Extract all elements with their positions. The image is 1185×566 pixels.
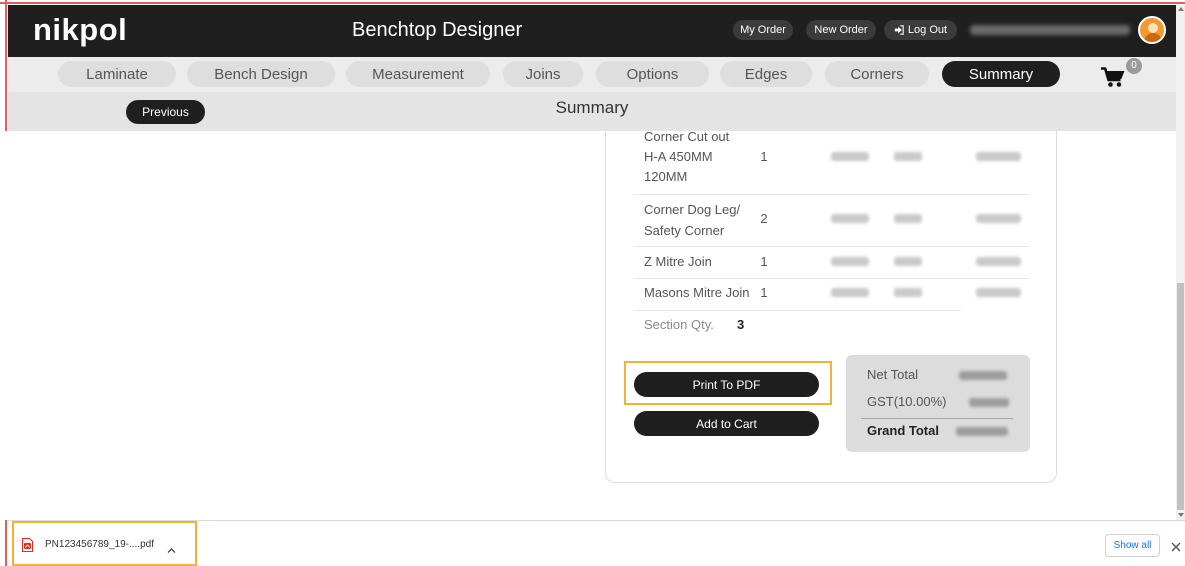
description-line: Corner Dog Leg/ (644, 202, 741, 217)
description-line: Masons Mitre Join (644, 285, 750, 300)
tab-options[interactable]: Options (596, 61, 709, 87)
totals-box: Net Total GST(10.00%) Grand Total (846, 355, 1030, 452)
avatar-body (1144, 33, 1162, 42)
scroll-up-arrow-icon[interactable] (1178, 7, 1184, 11)
close-icon[interactable] (1171, 539, 1181, 552)
redacted-line-total (976, 152, 1021, 161)
scroll-down-arrow-icon[interactable] (1178, 513, 1184, 517)
gst-label: GST(10.00%) (867, 394, 947, 409)
totals-divider (861, 418, 1013, 419)
previous-button[interactable]: Previous (126, 100, 205, 124)
item-description: Corner Dog Leg/ Safety Corner (644, 199, 749, 241)
tab-label: Corners (850, 65, 904, 83)
description-line: Safety Corner (644, 223, 725, 238)
show-all-button[interactable]: Show all (1105, 534, 1160, 557)
avatar-head (1148, 23, 1158, 33)
tab-label: Measurement (372, 65, 464, 83)
tab-joins[interactable]: Joins (503, 61, 583, 87)
tab-label: Edges (744, 65, 788, 83)
logout-icon (894, 25, 904, 35)
tab-label: Bench Design (214, 65, 308, 83)
row-divider (634, 310, 961, 311)
redacted-unit-price (831, 214, 869, 223)
tab-label: Options (626, 65, 679, 83)
redacted-gst-value (969, 398, 1009, 407)
downloaded-file-item[interactable]: PN123456789_19-....pdf (12, 521, 197, 566)
redacted-extra-price (894, 152, 922, 161)
item-description: Masons Mitre Join (644, 283, 764, 303)
new-order-label: New Order (814, 24, 868, 36)
redacted-company-name (970, 25, 1130, 35)
page-title: Summary (555, 98, 629, 117)
description-line: H-A 450MM (644, 149, 713, 164)
tab-label: Laminate (86, 65, 148, 83)
my-order-label: My Order (740, 24, 786, 36)
print-to-pdf-button[interactable]: Print To PDF (634, 372, 819, 397)
log-out-label: Log Out (907, 24, 948, 36)
redacted-extra-price (894, 214, 922, 223)
item-description: Corner Cut out H-A 450MM 120MM (644, 131, 749, 187)
row-divider (634, 246, 1029, 247)
tab-corners[interactable]: Corners (825, 61, 929, 87)
description-line: Corner Cut out (644, 131, 730, 144)
redacted-unit-price (831, 288, 869, 297)
redacted-unit-price (831, 257, 869, 266)
my-order-button[interactable]: My Order (733, 20, 793, 40)
summary-card: Corner Cut out H-A 450MM 120MM 1 Corner … (605, 131, 1057, 483)
chevron-up-icon[interactable] (167, 541, 176, 553)
show-all-label: Show all (1113, 540, 1152, 551)
redacted-line-total (976, 214, 1021, 223)
add-to-cart-label: Add to Cart (696, 416, 757, 431)
tab-measurement[interactable]: Measurement (346, 61, 490, 87)
cart-count-badge: 0 (1126, 58, 1142, 74)
item-description: Z Mitre Join (644, 252, 749, 272)
page-scrollbar[interactable] (1176, 5, 1185, 520)
grand-total-label: Grand Total (867, 423, 939, 438)
row-divider (634, 194, 1029, 195)
app-title: Benchtop Designer (352, 19, 523, 41)
redacted-line-total (976, 288, 1021, 297)
window-frame-top (0, 2, 1185, 4)
step-tabs-bar: Laminate Bench Design Measurement Joins … (8, 57, 1176, 92)
scroll-thumb[interactable] (1177, 283, 1184, 510)
item-qty: 2 (760, 211, 768, 226)
main-content: Corner Cut out H-A 450MM 120MM 1 Corner … (0, 131, 1176, 520)
redacted-unit-price (831, 152, 869, 161)
redacted-extra-price (894, 288, 922, 297)
new-order-button[interactable]: New Order (806, 20, 876, 40)
print-to-pdf-label: Print To PDF (692, 377, 761, 392)
app-header: nikpol Benchtop Designer My Order New Or… (8, 5, 1176, 57)
download-shelf: PN123456789_19-....pdf Show all (7, 520, 1185, 566)
section-qty-label: Section Qty. (644, 317, 714, 332)
section-qty-value: 3 (737, 317, 745, 332)
redacted-extra-price (894, 257, 922, 266)
item-qty: 1 (760, 285, 768, 300)
tab-edges[interactable]: Edges (720, 61, 812, 87)
tab-bench-design[interactable]: Bench Design (187, 61, 335, 87)
log-out-button[interactable]: Log Out (884, 20, 957, 40)
nikpol-logo[interactable]: nikpol (33, 12, 127, 48)
tab-label: Summary (968, 65, 1034, 83)
description-line: 120MM (644, 169, 688, 184)
item-qty: 1 (760, 254, 768, 269)
description-line: Z Mitre Join (644, 254, 712, 269)
previous-label: Previous (142, 105, 189, 119)
tab-laminate[interactable]: Laminate (58, 61, 176, 87)
add-to-cart-button[interactable]: Add to Cart (634, 411, 819, 436)
tab-label: Joins (525, 65, 561, 83)
redacted-grand-total-value (956, 427, 1008, 436)
redacted-line-total (976, 257, 1021, 266)
tab-summary[interactable]: Summary (942, 61, 1060, 87)
browser-page: nikpol Benchtop Designer My Order New Or… (0, 0, 1185, 566)
row-divider (634, 278, 1029, 279)
avatar[interactable] (1138, 16, 1166, 44)
downloaded-file-name: PN123456789_19-....pdf (45, 539, 154, 550)
page-subheader: Previous Summary (8, 92, 1176, 131)
item-qty: 1 (760, 149, 768, 164)
pdf-icon (22, 538, 33, 552)
cart-icon[interactable] (1100, 66, 1126, 88)
net-total-label: Net Total (867, 367, 919, 382)
redacted-net-total-value (959, 371, 1007, 380)
